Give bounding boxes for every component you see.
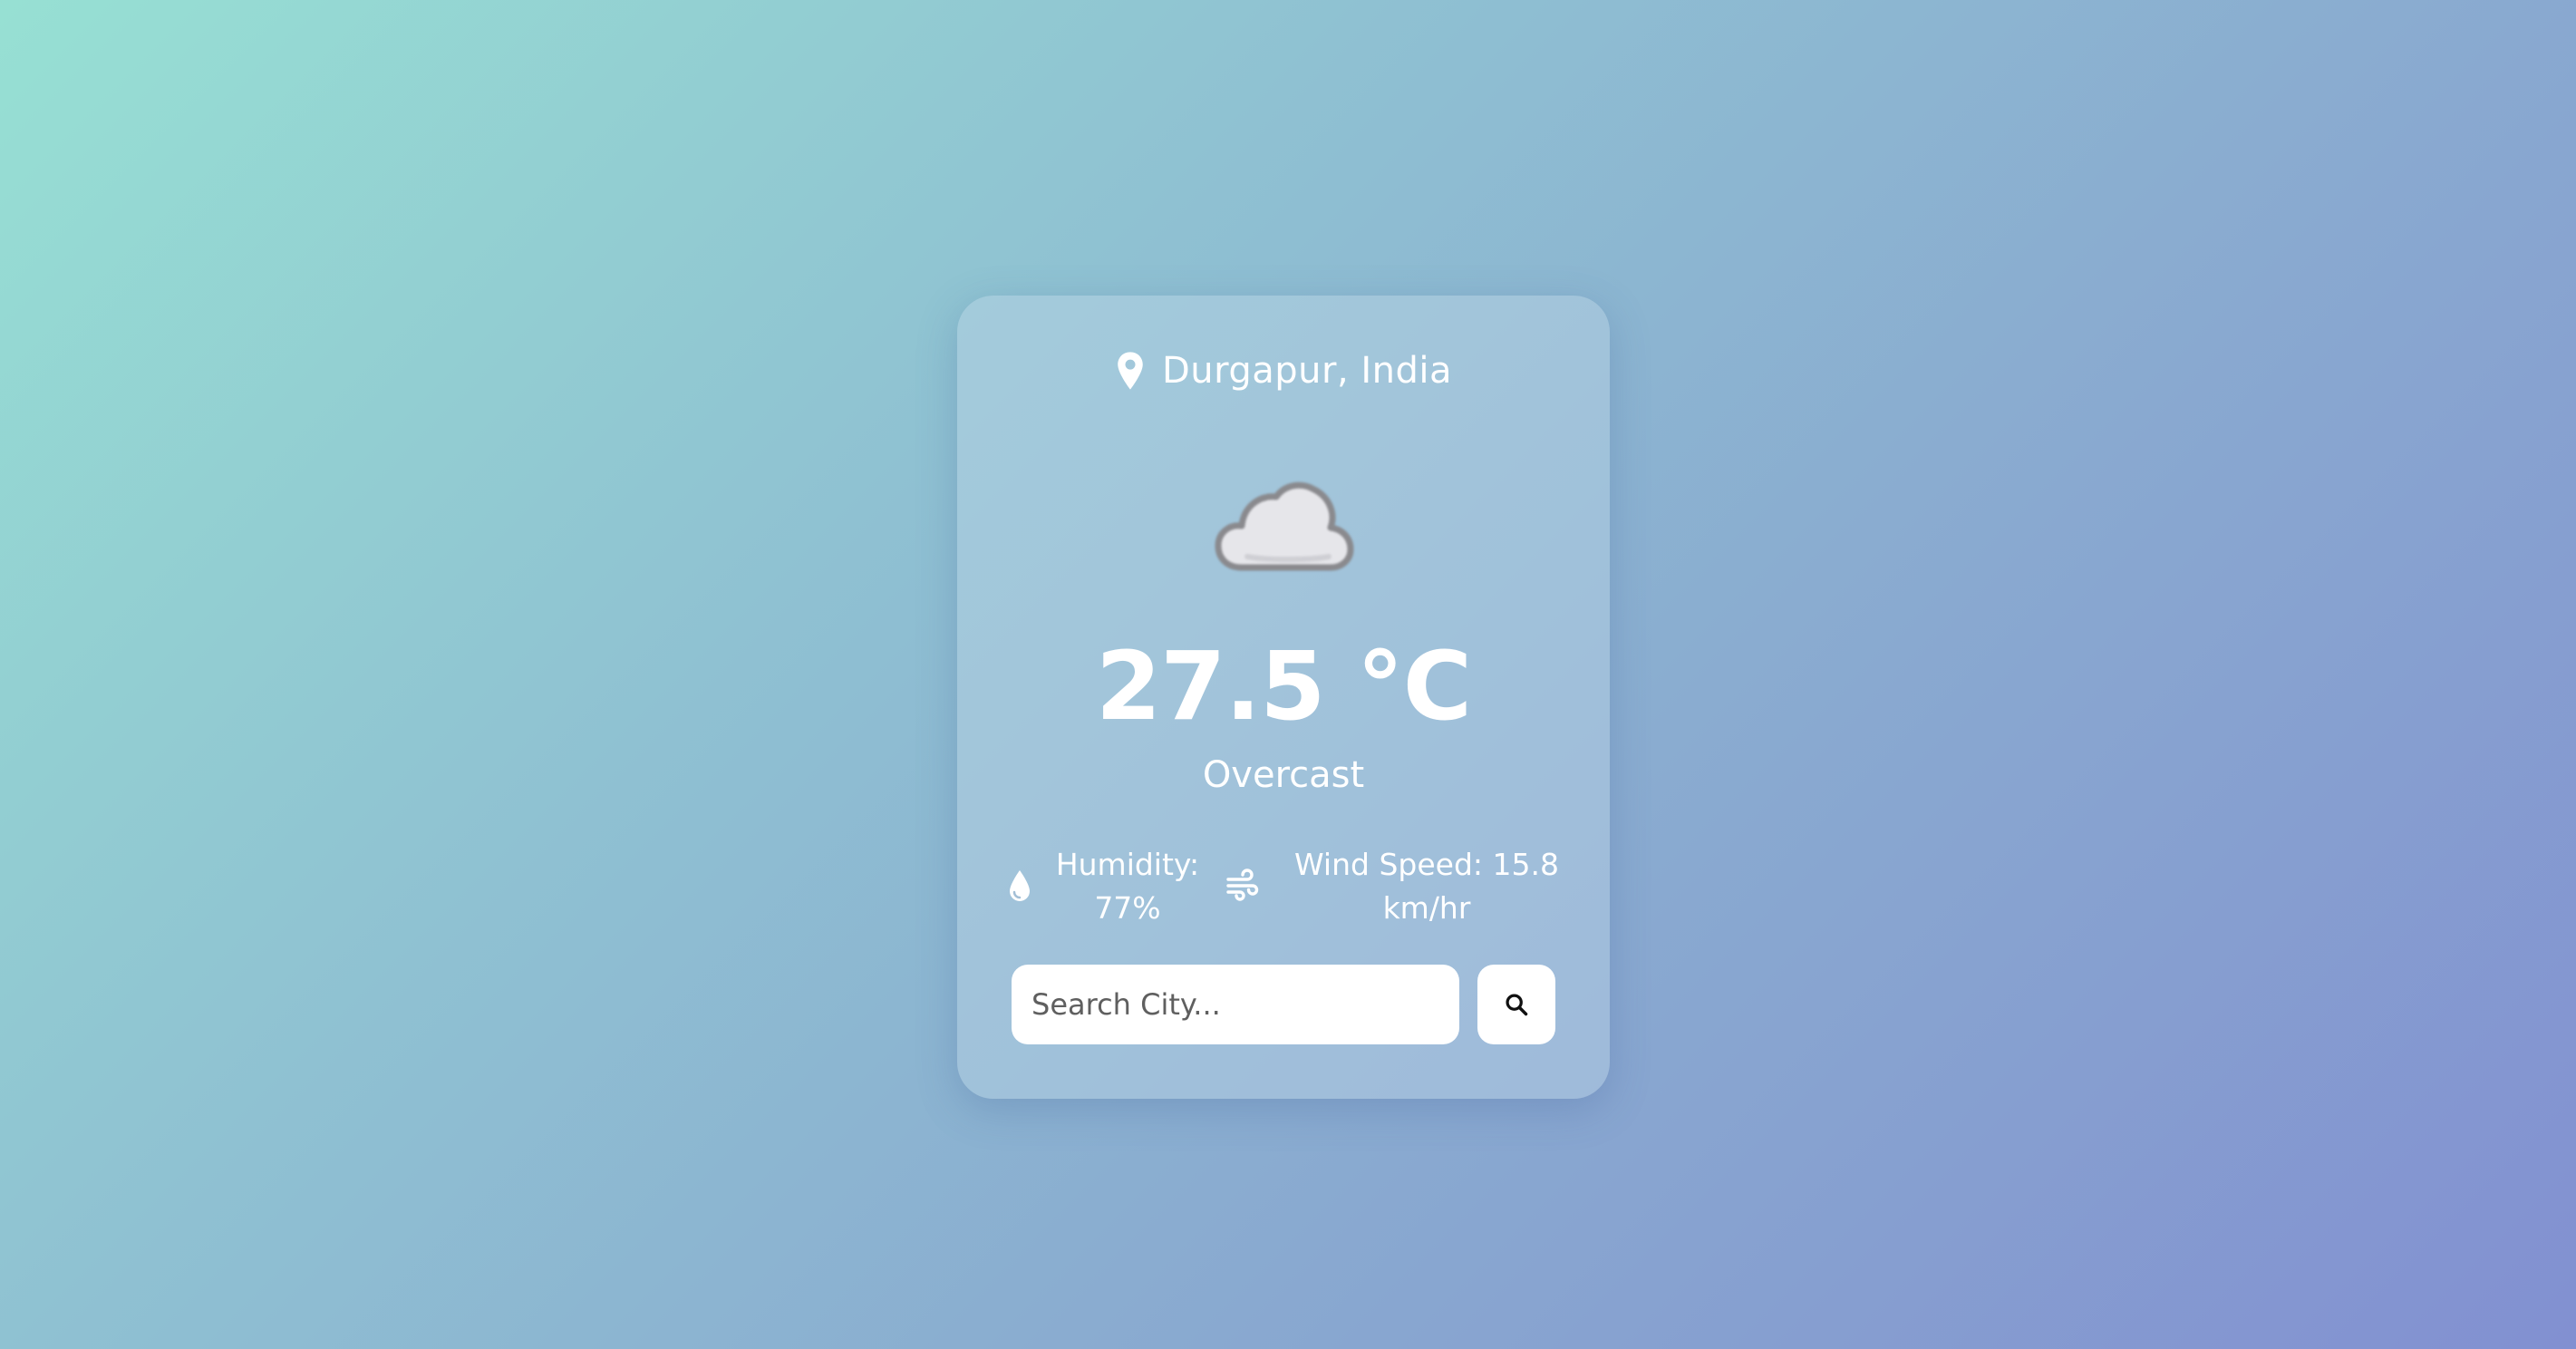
wind-speed: Wind Speed: 15.8 km/hr bbox=[1276, 843, 1577, 930]
wind-speed-unit: km/hr bbox=[1382, 890, 1471, 926]
search-city-input[interactable] bbox=[1012, 965, 1459, 1044]
search-button[interactable] bbox=[1477, 965, 1555, 1044]
search-bar bbox=[1012, 965, 1555, 1044]
humidity: Humidity: 77% bbox=[1048, 843, 1207, 930]
water-drop-icon bbox=[1008, 869, 1031, 903]
location: Durgapur, India bbox=[957, 350, 1610, 392]
location-name: Durgapur, India bbox=[1161, 350, 1453, 392]
weather-condition: Overcast bbox=[1202, 754, 1365, 796]
cloud-icon bbox=[1211, 466, 1356, 584]
weather-details: Humidity: 77% Wind Speed: 15.8 km/hr bbox=[957, 843, 1610, 943]
wind-speed-label: Wind Speed: 15.8 bbox=[1294, 847, 1559, 882]
temperature: 27.5 °C bbox=[1095, 631, 1472, 742]
wind-icon bbox=[1225, 869, 1260, 901]
map-pin-icon bbox=[1115, 351, 1146, 391]
humidity-value: 77% bbox=[1094, 890, 1161, 926]
search-icon bbox=[1504, 992, 1529, 1017]
humidity-label: Humidity: bbox=[1055, 847, 1200, 882]
weather-card: Durgapur, India 27.5 °C Overcast Humidit… bbox=[957, 296, 1610, 1099]
